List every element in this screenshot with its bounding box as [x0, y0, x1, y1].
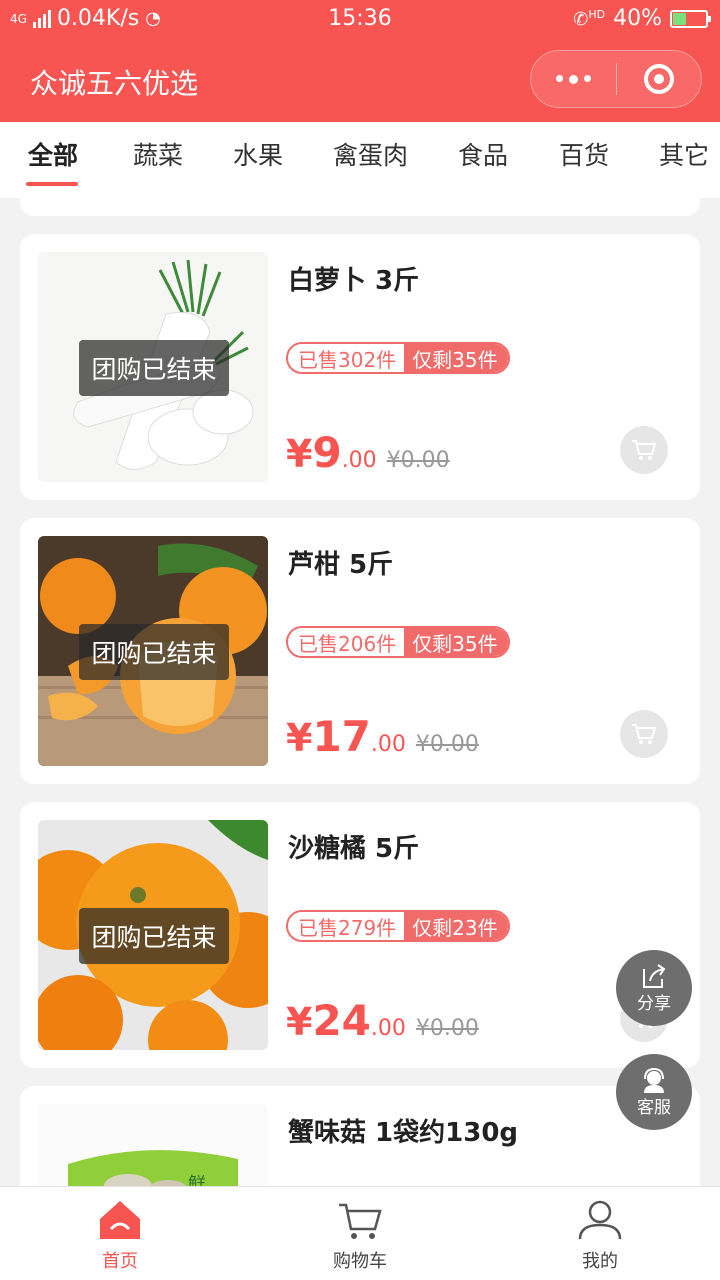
share-button[interactable]: 分享 — [616, 950, 692, 1026]
product-image: 鲜 — [38, 1104, 268, 1196]
category-tabs: 全部 蔬菜 水果 禽蛋肉 食品 百货 其它 — [0, 122, 720, 198]
tabbar-profile-label: 我的 — [582, 1251, 618, 1272]
mini-program-capsule — [530, 50, 702, 108]
sales-tag: 已售302件 仅剩35件 — [286, 342, 510, 374]
tabbar-home-label: 首页 — [102, 1251, 138, 1272]
price-decimal: .00 — [341, 448, 377, 473]
app-header: 4G 0.04K/s ◔ 15:36 ✆HD 40% 众诚五六优选 — [0, 0, 720, 122]
price: ¥ 24 .00 ¥0.00 — [286, 996, 479, 1045]
tab-general-goods[interactable]: 百货 — [559, 136, 609, 172]
price: ¥ 9 .00 ¥0.00 — [286, 428, 450, 477]
price: ¥ 17 .00 ¥0.00 — [286, 712, 479, 761]
cart-icon — [632, 724, 657, 744]
group-buy-ended-label: 团购已结束 — [79, 908, 229, 964]
tabbar-profile[interactable]: 我的 — [540, 1199, 660, 1273]
sales-tag: 已售279件 仅剩23件 — [286, 910, 510, 942]
cart-icon — [632, 440, 657, 460]
product-name: 沙糖橘 5斤 — [288, 834, 420, 864]
page-title: 众诚五六优选 — [30, 67, 199, 100]
status-bar: 4G 0.04K/s ◔ 15:36 ✆HD 40% — [0, 0, 720, 38]
sold-count: 已售279件 — [298, 915, 397, 940]
customer-service-button[interactable]: 客服 — [616, 1054, 692, 1130]
remaining-stock: 仅剩35件 — [404, 344, 508, 372]
add-to-cart-button[interactable] — [620, 710, 668, 758]
product-card[interactable]: 团购已结束 沙糖橘 5斤 已售279件 仅剩23件 ¥ 24 .00 ¥0.00 — [20, 802, 700, 1068]
remaining-stock: 仅剩35件 — [404, 628, 508, 656]
product-card[interactable]: 团购已结束 芦柑 5斤 已售206件 仅剩35件 ¥ 17 .00 ¥0.00 — [20, 518, 700, 784]
original-price: ¥0.00 — [415, 732, 479, 757]
currency-symbol: ¥ — [286, 716, 313, 760]
more-options-button[interactable] — [531, 74, 616, 84]
sold-count: 已售302件 — [298, 347, 397, 372]
tabbar-cart[interactable]: 购物车 — [300, 1199, 420, 1273]
price-integer: 17 — [312, 712, 371, 761]
headset-icon — [644, 1067, 664, 1093]
product-name: 蟹味菇 1袋约130g — [288, 1118, 519, 1148]
add-to-cart-button[interactable] — [620, 426, 668, 474]
product-card[interactable]: 鲜 蟹味菇 1袋约130g — [20, 1086, 700, 1196]
group-buy-ended-label: 团购已结束 — [79, 624, 229, 680]
product-name: 白萝卜 3斤 — [288, 266, 420, 296]
hd-label: HD — [588, 7, 606, 21]
product-card[interactable]: 团购已结束 白萝卜 3斤 已售302件 仅剩35件 ¥ 9 .00 ¥0.00 — [20, 234, 700, 500]
tab-vegetables[interactable]: 蔬菜 — [133, 136, 183, 172]
battery-icon — [670, 9, 711, 28]
tab-others[interactable]: 其它 — [659, 136, 709, 172]
tabbar-home[interactable]: 首页 — [60, 1199, 180, 1273]
original-price: ¥0.00 — [415, 1016, 479, 1041]
cart-icon — [339, 1203, 382, 1239]
tab-poultry-eggs-meat[interactable]: 禽蛋肉 — [333, 136, 408, 172]
tabbar-cart-label: 购物车 — [333, 1251, 387, 1272]
sold-count: 已售206件 — [298, 631, 397, 656]
remaining-stock: 仅剩23件 — [404, 912, 508, 940]
call-hd-icon: ✆HD — [573, 7, 606, 30]
price-decimal: .00 — [370, 1016, 406, 1041]
active-tab-indicator — [26, 182, 78, 186]
target-icon — [643, 64, 674, 94]
close-mini-program-button[interactable] — [617, 64, 702, 94]
service-label: 客服 — [637, 1097, 671, 1118]
product-card-partial — [20, 192, 700, 216]
sales-tag: 已售206件 仅剩35件 — [286, 626, 510, 658]
product-name: 芦柑 5斤 — [288, 550, 394, 580]
tab-all[interactable]: 全部 — [28, 136, 78, 172]
share-label: 分享 — [637, 993, 671, 1014]
original-price: ¥0.00 — [386, 448, 450, 473]
share-icon — [643, 963, 666, 988]
home-icon — [100, 1201, 140, 1239]
price-integer: 24 — [312, 996, 371, 1045]
tab-food[interactable]: 食品 — [458, 136, 508, 172]
product-image: 团购已结束 — [38, 820, 268, 1050]
product-image: 团购已结束 — [38, 252, 268, 482]
price-integer: 9 — [312, 428, 342, 477]
currency-symbol: ¥ — [286, 1000, 313, 1044]
battery-percent: 40% — [613, 6, 662, 31]
bottom-tab-bar: 首页 购物车 我的 — [0, 1186, 720, 1280]
product-image: 团购已结束 — [38, 536, 268, 766]
group-buy-ended-label: 团购已结束 — [79, 340, 229, 396]
price-decimal: .00 — [370, 732, 406, 757]
tab-fruits[interactable]: 水果 — [233, 136, 283, 172]
user-icon — [578, 1200, 622, 1240]
currency-symbol: ¥ — [286, 432, 313, 476]
